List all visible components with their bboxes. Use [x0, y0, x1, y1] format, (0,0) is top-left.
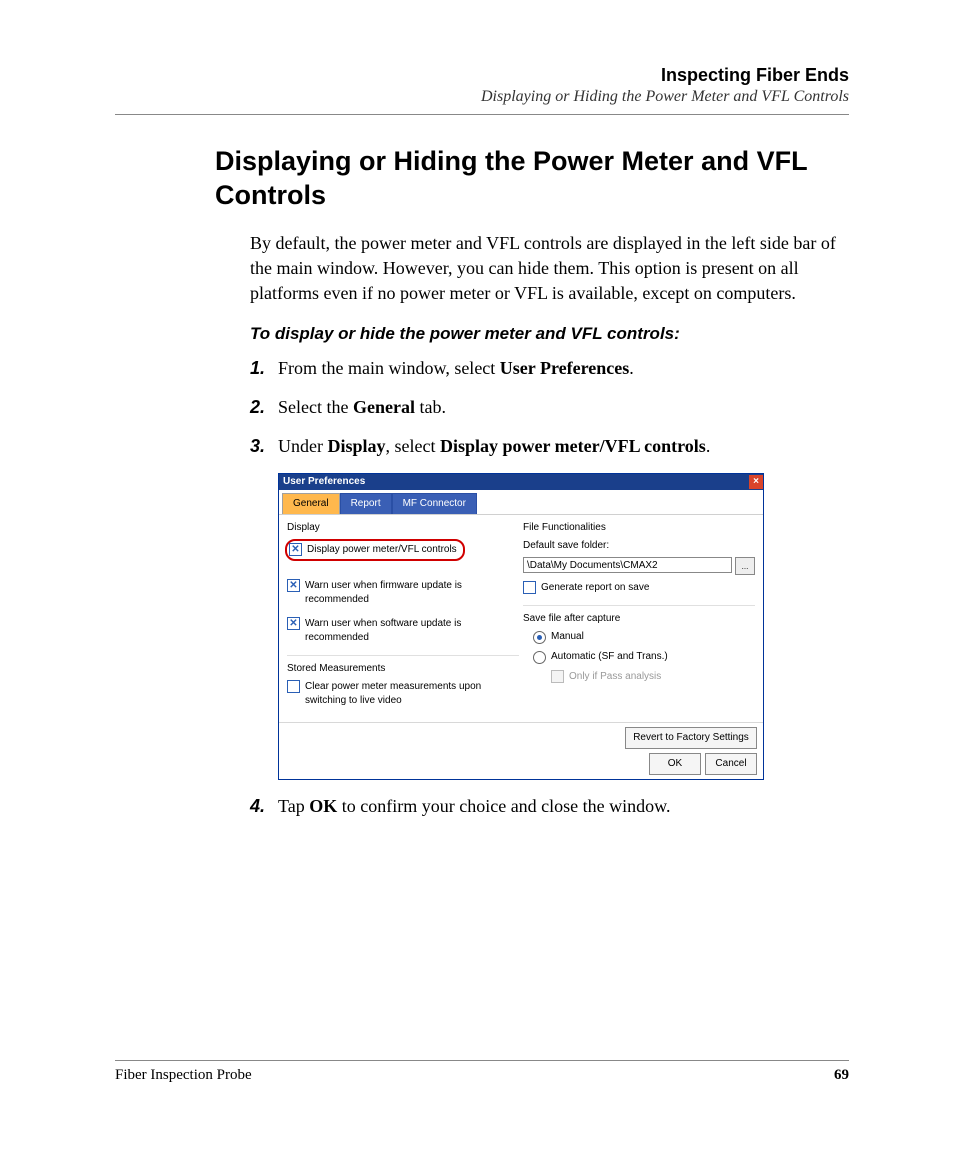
tab-general[interactable]: General — [282, 493, 340, 514]
step-text: Tap — [278, 796, 309, 816]
radio-icon — [533, 631, 546, 644]
intro-paragraph: By default, the power meter and VFL cont… — [250, 231, 849, 307]
checkbox-label: Clear power meter measurements upon swit… — [305, 680, 519, 708]
step-3: 3. Under Display, select Display power m… — [250, 434, 849, 459]
step-number: 4. — [250, 794, 278, 819]
checkbox-display-pm-vfl[interactable]: Display power meter/VFL controls — [285, 539, 465, 561]
radio-label: Automatic (SF and Trans.) — [551, 650, 668, 664]
step-text: . — [629, 358, 634, 378]
checkbox-label: Warn user when software update is recomm… — [305, 617, 519, 645]
checkbox-only-if-pass: Only if Pass analysis — [551, 670, 755, 684]
display-group-label: Display — [287, 521, 519, 535]
checkbox-icon — [287, 579, 300, 592]
tab-report[interactable]: Report — [340, 493, 392, 514]
close-icon: × — [753, 477, 759, 487]
checkbox-label: Warn user when firmware update is recomm… — [305, 579, 519, 607]
step-number: 1. — [250, 356, 278, 381]
step-number: 3. — [250, 434, 278, 459]
checkbox-icon — [287, 617, 300, 630]
page-footer: Fiber Inspection Probe 69 — [115, 1060, 849, 1084]
revert-factory-button[interactable]: Revert to Factory Settings — [625, 727, 757, 749]
tab-bar: General Report MF Connector — [279, 490, 763, 515]
checkbox-icon — [287, 680, 300, 693]
user-preferences-dialog: User Preferences × General Report MF Con… — [278, 473, 764, 780]
radio-automatic[interactable]: Automatic (SF and Trans.) — [533, 650, 755, 664]
cancel-button[interactable]: Cancel — [705, 753, 757, 775]
dialog-titlebar: User Preferences × — [279, 474, 763, 490]
checkbox-warn-firmware[interactable]: Warn user when firmware update is recomm… — [287, 579, 519, 607]
section-heading: Displaying or Hiding the Power Meter and… — [115, 145, 849, 213]
step-bold: OK — [309, 796, 337, 816]
browse-button[interactable]: ... — [735, 557, 755, 575]
tab-mf-connector[interactable]: MF Connector — [392, 493, 477, 514]
close-button[interactable]: × — [749, 475, 763, 489]
footer-page-number: 69 — [834, 1067, 849, 1084]
checkbox-generate-report[interactable]: Generate report on save — [523, 581, 755, 595]
save-after-capture-label: Save file after capture — [523, 612, 755, 626]
header-subtitle: Displaying or Hiding the Power Meter and… — [115, 88, 849, 106]
step-2: 2. Select the General tab. — [250, 395, 849, 420]
stored-measurements-label: Stored Measurements — [287, 662, 519, 676]
dialog-title: User Preferences — [283, 475, 365, 489]
radio-icon — [533, 651, 546, 664]
checkbox-icon — [289, 543, 302, 556]
step-bold: User Preferences — [500, 358, 629, 378]
step-text: From the main window, select — [278, 358, 500, 378]
checkbox-icon — [523, 581, 536, 594]
step-1: 1. From the main window, select User Pre… — [250, 356, 849, 381]
default-save-folder-input[interactable]: \Data\My Documents\CMAX2 — [523, 557, 732, 573]
ok-button[interactable]: OK — [649, 753, 701, 775]
step-text: Select the — [278, 397, 353, 417]
checkbox-label: Display power meter/VFL controls — [307, 543, 457, 557]
step-4: 4. Tap OK to confirm your choice and clo… — [250, 794, 849, 819]
step-bold: General — [353, 397, 415, 417]
default-save-folder-label: Default save folder: — [523, 539, 755, 553]
checkbox-icon — [551, 670, 564, 683]
radio-manual[interactable]: Manual — [533, 630, 755, 644]
step-text: , select — [386, 436, 440, 456]
step-text: . — [706, 436, 711, 456]
header-chapter: Inspecting Fiber Ends — [115, 65, 849, 86]
radio-label: Manual — [551, 630, 584, 644]
step-text: Under — [278, 436, 327, 456]
step-number: 2. — [250, 395, 278, 420]
footer-product: Fiber Inspection Probe — [115, 1067, 252, 1084]
file-functionalities-label: File Functionalities — [523, 521, 755, 535]
header-rule — [115, 114, 849, 115]
step-bold: Display — [327, 436, 385, 456]
step-text: to confirm your choice and close the win… — [337, 796, 670, 816]
procedure-heading: To display or hide the power meter and V… — [250, 322, 849, 346]
checkbox-warn-software[interactable]: Warn user when software update is recomm… — [287, 617, 519, 645]
checkbox-label: Only if Pass analysis — [569, 670, 661, 684]
step-text: tab. — [415, 397, 446, 417]
step-bold: Display power meter/VFL controls — [440, 436, 706, 456]
checkbox-clear-measurements[interactable]: Clear power meter measurements upon swit… — [287, 680, 519, 708]
checkbox-label: Generate report on save — [541, 581, 649, 595]
